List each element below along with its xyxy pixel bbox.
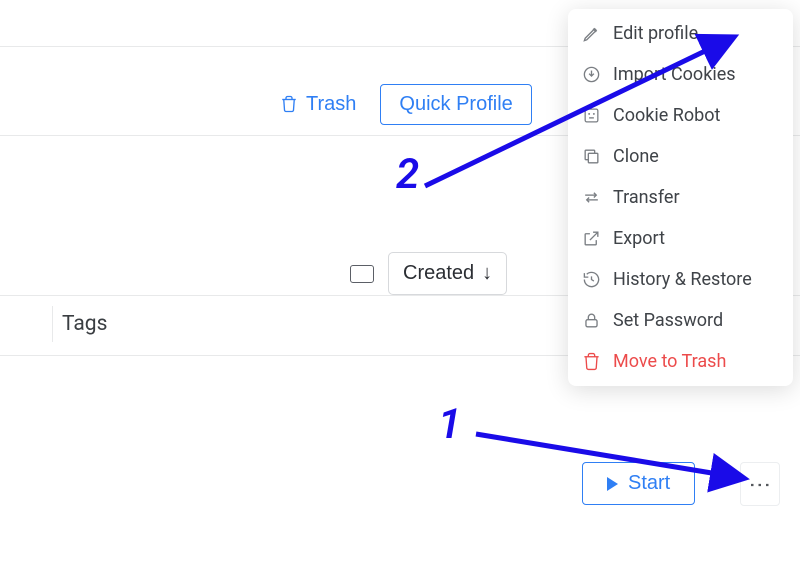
menu-item-label: Move to Trash — [613, 351, 726, 372]
play-icon — [607, 477, 618, 491]
keyboard-icon[interactable] — [350, 265, 374, 283]
history-icon — [582, 270, 601, 289]
edit-icon — [582, 24, 601, 43]
context-menu: Edit profile Import Cookies Cookie Robot… — [568, 9, 793, 386]
menu-item-label: Set Password — [613, 310, 723, 331]
menu-item-label: Import Cookies — [613, 64, 736, 85]
menu-transfer[interactable]: Transfer — [568, 177, 793, 218]
transfer-icon — [582, 188, 601, 207]
export-icon — [582, 229, 601, 248]
start-button[interactable]: Start — [582, 462, 695, 505]
menu-item-label: Edit profile — [613, 23, 698, 44]
menu-item-label: Transfer — [613, 187, 680, 208]
import-icon — [582, 65, 601, 84]
annotation-number-2: 2 — [396, 150, 419, 199]
annotation-number-1: 1 — [438, 400, 461, 449]
robot-icon — [582, 106, 601, 125]
trash-icon — [582, 352, 601, 371]
menu-move-to-trash[interactable]: Move to Trash — [568, 341, 793, 382]
more-vertical-icon: ⋮ — [749, 474, 771, 494]
menu-item-label: Cookie Robot — [613, 105, 720, 126]
clone-icon — [582, 147, 601, 166]
start-label: Start — [628, 472, 670, 495]
trash-button[interactable]: Trash — [280, 93, 356, 116]
menu-clone[interactable]: Clone — [568, 136, 793, 177]
menu-history-restore[interactable]: History & Restore — [568, 259, 793, 300]
sort-created-label: Created — [403, 262, 474, 285]
trash-icon — [280, 95, 298, 113]
menu-item-label: Export — [613, 228, 665, 249]
sort-desc-icon: ↓ — [482, 262, 492, 285]
lock-icon — [582, 311, 601, 330]
menu-edit-profile[interactable]: Edit profile — [568, 13, 793, 54]
menu-item-label: Clone — [613, 146, 659, 167]
more-options-button[interactable]: ⋮ — [740, 462, 780, 506]
sort-created-button[interactable]: Created ↓ — [388, 252, 507, 295]
menu-export[interactable]: Export — [568, 218, 793, 259]
quick-profile-button[interactable]: Quick Profile — [380, 84, 531, 125]
menu-import-cookies[interactable]: Import Cookies — [568, 54, 793, 95]
trash-label: Trash — [306, 93, 356, 116]
menu-set-password[interactable]: Set Password — [568, 300, 793, 341]
tags-column-header: Tags — [62, 312, 107, 336]
menu-item-label: History & Restore — [613, 269, 752, 290]
menu-cookie-robot[interactable]: Cookie Robot — [568, 95, 793, 136]
